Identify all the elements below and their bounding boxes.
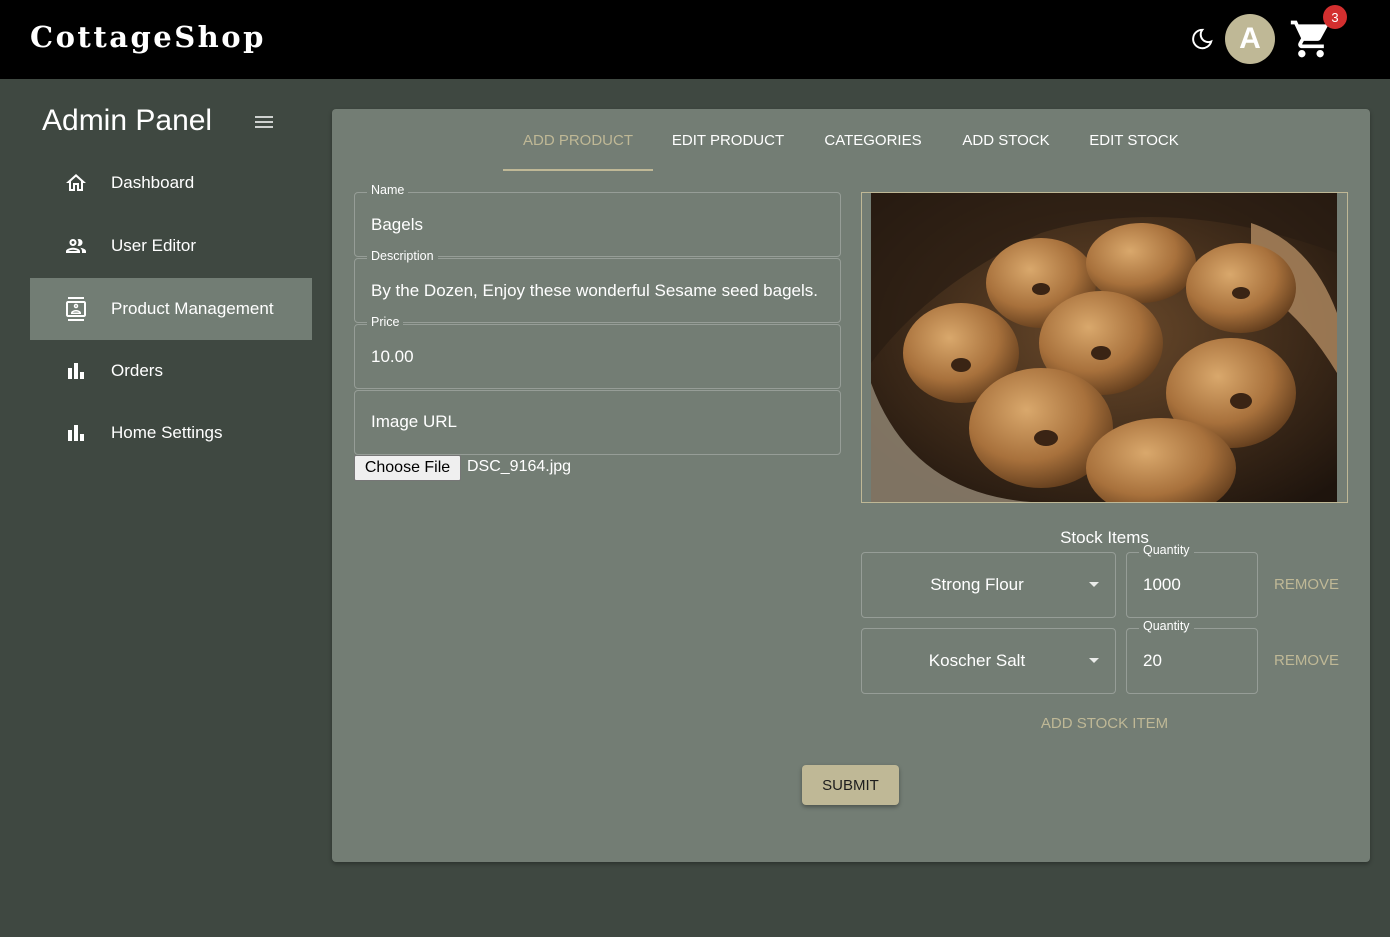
ingredient-select-value: Strong Flour — [930, 575, 1024, 594]
name-value: Bagels — [371, 215, 423, 234]
tab-edit-stock[interactable]: EDIT STOCK — [1069, 109, 1199, 171]
sidebar-item-label: User Editor — [111, 236, 197, 255]
users-icon — [66, 239, 86, 253]
active-tab-indicator — [503, 169, 653, 171]
contact-card-icon — [66, 297, 86, 321]
bar-chart-icon — [68, 425, 84, 441]
top-app-bar: CottageShop A 3 — [0, 0, 1390, 79]
quantity-field[interactable]: Quantity 20 — [1126, 619, 1258, 694]
product-photo — [871, 193, 1337, 502]
price-field[interactable]: Price 10.00 — [354, 315, 841, 389]
quantity-value: 20 — [1143, 651, 1162, 670]
choose-file-button[interactable]: Choose File — [354, 455, 461, 481]
sidebar-item-dashboard[interactable]: Dashboard — [30, 152, 312, 214]
quantity-field[interactable]: Quantity 1000 — [1126, 543, 1258, 618]
hamburger-menu-icon[interactable] — [252, 110, 276, 134]
sidebar-item-label: Product Management — [111, 299, 274, 318]
ingredient-select[interactable]: Strong Flour — [861, 552, 1116, 618]
sidebar-item-user-editor[interactable]: User Editor — [30, 215, 312, 277]
remove-stock-item-button[interactable]: REMOVE — [1274, 576, 1339, 593]
sidebar-item-label: Dashboard — [111, 173, 195, 192]
name-field[interactable]: Name Bagels — [354, 183, 841, 257]
cart-count-badge: 3 — [1323, 5, 1347, 29]
sidebar-item-label: Orders — [111, 361, 163, 380]
ingredient-select-value: Koscher Salt — [928, 651, 1026, 670]
sidebar-title: Admin Panel — [42, 104, 213, 137]
submit-button[interactable]: SUBMIT — [802, 765, 899, 805]
name-label: Name — [367, 183, 409, 197]
quantity-label: Quantity — [1139, 543, 1194, 557]
stock-items-title: Stock Items — [1060, 528, 1149, 547]
dropdown-arrow-icon — [1089, 582, 1099, 587]
avatar[interactable]: A — [1225, 14, 1275, 64]
sidebar-item-product-management[interactable]: Product Management — [30, 278, 312, 340]
dropdown-arrow-icon — [1089, 658, 1099, 663]
quantity-value: 1000 — [1143, 575, 1181, 594]
description-field[interactable]: Description By the Dozen, Enjoy these wo… — [354, 249, 841, 323]
selected-file-name: DSC_9164.jpg — [467, 458, 572, 475]
description-value: By the Dozen, Enjoy these wonderful Sesa… — [371, 281, 818, 300]
home-icon — [66, 174, 86, 191]
product-image-preview — [861, 192, 1348, 503]
image-url-placeholder: Image URL — [371, 412, 457, 431]
brand-logo[interactable]: CottageShop — [30, 20, 266, 54]
tab-add-stock[interactable]: ADD STOCK — [943, 109, 1069, 171]
product-management-panel: ADD PRODUCT EDIT PRODUCT CATEGORIES ADD … — [332, 109, 1370, 862]
image-url-field[interactable]: Image URL — [354, 390, 841, 455]
moon-icon[interactable] — [1189, 26, 1215, 52]
description-label: Description — [367, 249, 438, 263]
ingredient-select[interactable]: Koscher Salt — [861, 628, 1116, 694]
price-value: 10.00 — [371, 347, 414, 366]
tab-categories[interactable]: CATEGORIES — [803, 109, 943, 171]
add-stock-item-button[interactable]: ADD STOCK ITEM — [861, 715, 1348, 732]
quantity-label: Quantity — [1139, 619, 1194, 633]
sidebar-item-orders[interactable]: Orders — [30, 340, 312, 402]
tab-add-product[interactable]: ADD PRODUCT — [503, 109, 653, 171]
sidebar-item-home-settings[interactable]: Home Settings — [30, 402, 312, 464]
sidebar-item-label: Home Settings — [111, 423, 223, 442]
bar-chart-icon — [68, 363, 84, 379]
tab-edit-product[interactable]: EDIT PRODUCT — [653, 109, 803, 171]
price-label: Price — [367, 315, 404, 329]
remove-stock-item-button[interactable]: REMOVE — [1274, 652, 1339, 669]
